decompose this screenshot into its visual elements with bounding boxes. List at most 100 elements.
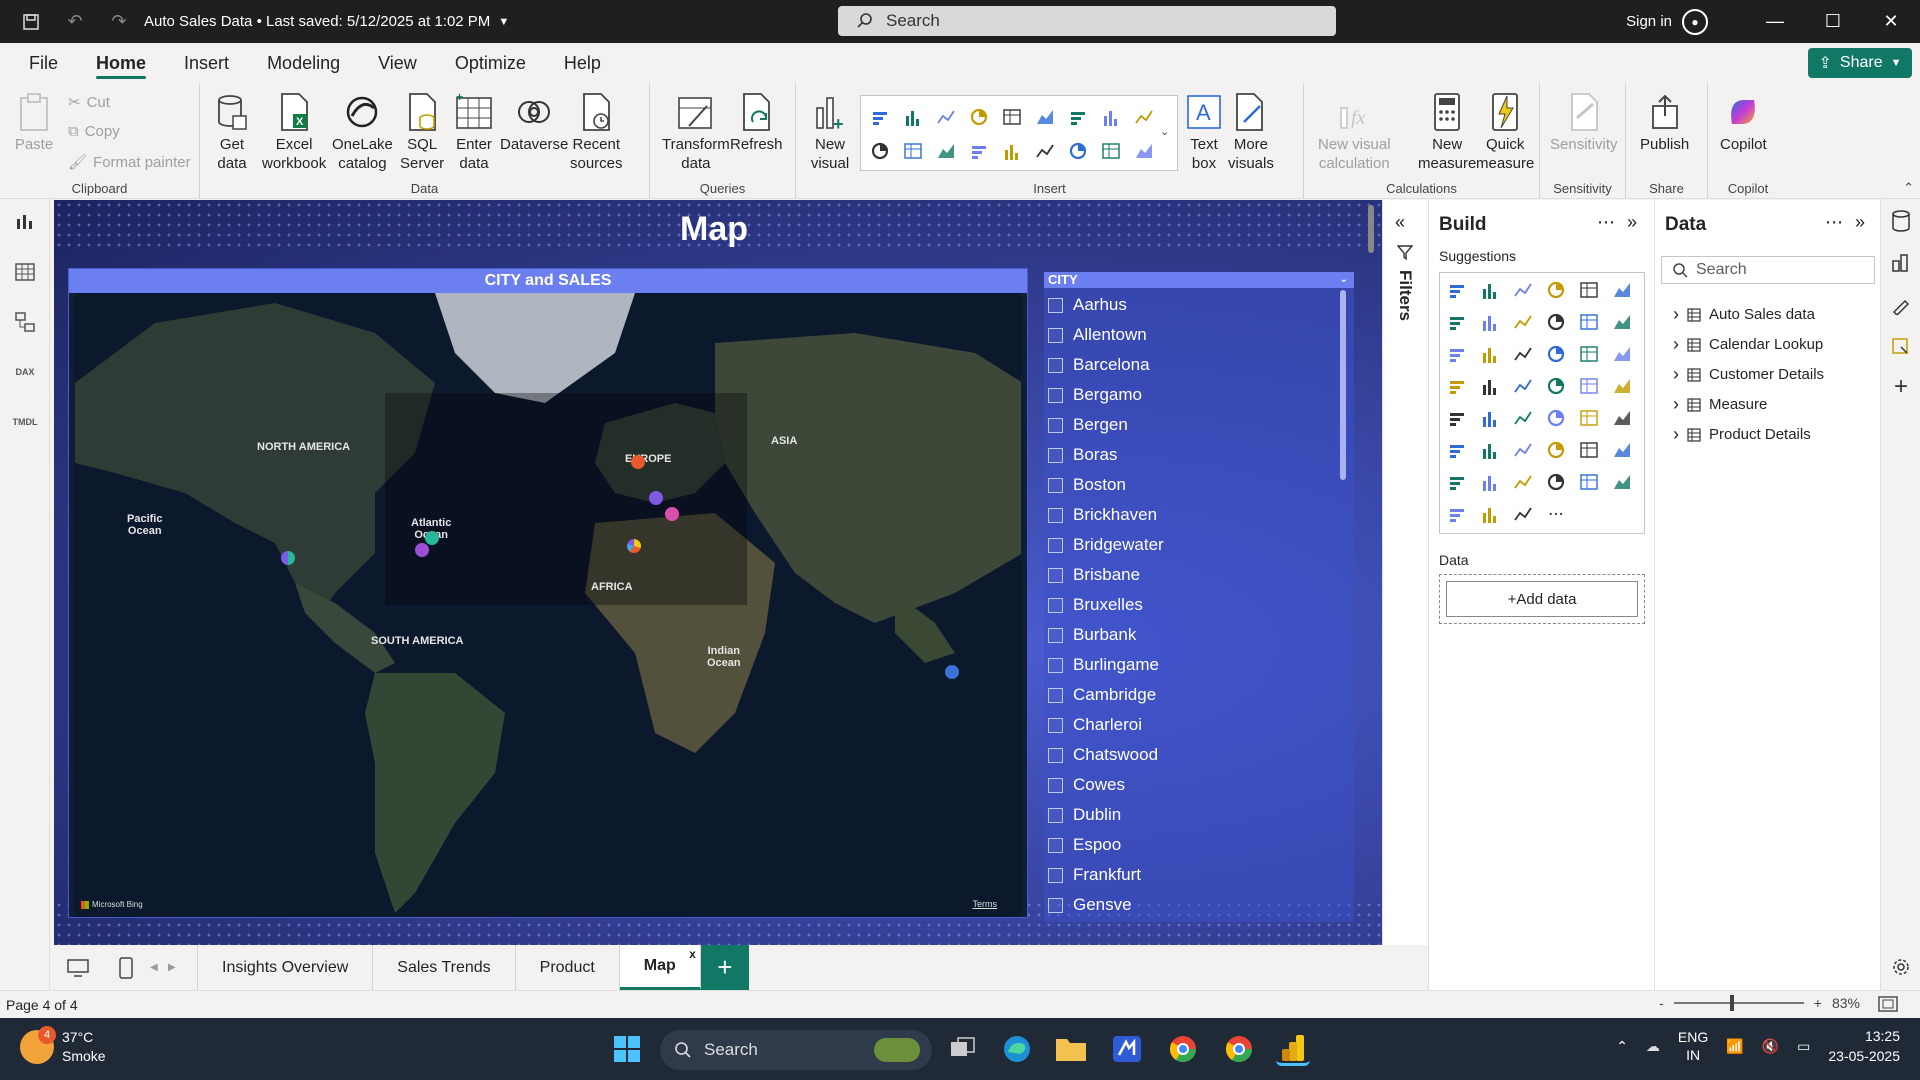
zoom-in-icon[interactable]: +	[1814, 995, 1822, 1011]
zoom-out-icon[interactable]: -	[1659, 995, 1664, 1011]
add-pane-icon[interactable]: +	[1889, 373, 1913, 400]
maximize-icon[interactable]: ☐	[1804, 0, 1862, 43]
wifi-icon[interactable]: 📶	[1726, 1038, 1743, 1055]
chrome-icon[interactable]	[1166, 1032, 1200, 1066]
slicer-checkbox[interactable]	[1048, 687, 1063, 703]
slicer-scrollbar[interactable]	[1340, 290, 1346, 480]
visualization-icon[interactable]	[1477, 373, 1503, 399]
settings-icon[interactable]	[1889, 955, 1913, 979]
slicer-checkbox[interactable]	[1048, 537, 1063, 553]
menu-help[interactable]: Help	[545, 43, 620, 83]
table-view-icon[interactable]	[12, 259, 38, 285]
map-bubble[interactable]	[281, 551, 295, 565]
report-view-icon[interactable]	[12, 209, 38, 235]
visualization-icon[interactable]	[1543, 309, 1569, 335]
visualization-icon[interactable]	[1543, 277, 1569, 303]
slicer-checkbox[interactable]	[1048, 297, 1063, 313]
text-box-button[interactable]: A Text box	[1184, 91, 1224, 173]
dataverse-button[interactable]: Dataverse	[500, 91, 568, 154]
onelake-catalog-button[interactable]: OneLake catalog	[332, 91, 393, 173]
transform-data-button[interactable]: Transform data	[662, 91, 730, 173]
minimize-icon[interactable]: —	[1746, 0, 1804, 43]
recent-sources-button[interactable]: Recent sources	[570, 91, 623, 173]
slicer-item[interactable]: Boston	[1044, 470, 1334, 500]
copy-button[interactable]: ⧉ Copy	[68, 123, 120, 140]
save-icon[interactable]	[18, 9, 44, 35]
data-search-input[interactable]: Search	[1661, 256, 1875, 284]
new-measure-button[interactable]: New measure	[1418, 91, 1476, 173]
visualization-icon[interactable]	[1576, 277, 1602, 303]
page-tab-insights-overview[interactable]: Insights Overview	[198, 945, 374, 990]
sign-in-link[interactable]: Sign in	[1626, 13, 1672, 30]
visual-type-icon[interactable]	[1032, 138, 1058, 164]
slicer-item[interactable]: Barcelona	[1044, 350, 1334, 380]
visualization-icon[interactable]	[1609, 437, 1635, 463]
prev-page-icon[interactable]: ◀	[150, 945, 168, 990]
slicer-item[interactable]: Chatswood	[1044, 740, 1334, 770]
chevron-up-icon[interactable]: ⌃	[1616, 1038, 1628, 1055]
search-bar[interactable]: Search	[838, 6, 1336, 36]
next-page-icon[interactable]: ▶	[168, 945, 198, 990]
map-bubble[interactable]	[425, 531, 439, 545]
slicer-item[interactable]: Espoo	[1044, 830, 1334, 860]
power-bi-icon[interactable]	[1276, 1032, 1310, 1066]
map-terms-link[interactable]: Terms	[973, 899, 998, 909]
sql-server-button[interactable]: SQL Server	[400, 91, 444, 173]
slicer-item[interactable]: Gensve	[1044, 890, 1334, 920]
sensitivity-button[interactable]: Sensitivity	[1550, 91, 1618, 154]
visual-type-icon[interactable]	[867, 104, 893, 130]
publish-button[interactable]: Publish	[1640, 91, 1689, 154]
chevron-right-icon[interactable]: ›	[1673, 304, 1679, 325]
avatar-icon[interactable]: ●	[1682, 8, 1708, 35]
map-area[interactable]: NORTH AMERICA EUROPE ASIA Pacific Ocean …	[75, 293, 1021, 917]
gallery-expand-icon[interactable]: ⌄	[1160, 125, 1169, 138]
slicer-item[interactable]: Brisbane	[1044, 560, 1334, 590]
page-tab-product[interactable]: Product	[516, 945, 620, 990]
map-visual[interactable]: CITY and SALES NORTH AMERICA EUROPE ASIA…	[68, 268, 1028, 918]
quick-measure-button[interactable]: Quick measure	[1476, 91, 1534, 173]
visualization-icon[interactable]	[1609, 405, 1635, 431]
zoom-thumb[interactable]	[1729, 995, 1734, 1011]
visualization-icon[interactable]	[1477, 309, 1503, 335]
bookmark-pane-icon[interactable]	[1889, 335, 1913, 359]
visualization-icon[interactable]	[1609, 277, 1635, 303]
chevron-right-icon[interactable]: ›	[1673, 424, 1679, 445]
slicer-item[interactable]: Allentown	[1044, 320, 1334, 350]
desktop-layout-icon[interactable]	[54, 945, 102, 990]
visualization-icon[interactable]	[1576, 341, 1602, 367]
slicer-item[interactable]: Bergamo	[1044, 380, 1334, 410]
chevron-down-icon[interactable]: ⌄	[1340, 272, 1348, 288]
undo-icon[interactable]: ↶	[62, 9, 88, 35]
format-pane-icon[interactable]	[1889, 293, 1913, 317]
vs-icon[interactable]	[1110, 1032, 1144, 1066]
slicer-checkbox[interactable]	[1048, 567, 1063, 583]
new-visual-button[interactable]: + New visual	[810, 91, 850, 173]
visualization-icon[interactable]	[1609, 341, 1635, 367]
data-table-item[interactable]: › Product Details	[1673, 424, 1811, 445]
data-pane-icon[interactable]	[1889, 209, 1913, 233]
battery-icon[interactable]: ▭	[1797, 1038, 1810, 1055]
collapse-ribbon-icon[interactable]: ⌃	[1903, 180, 1914, 196]
data-table-item[interactable]: › Auto Sales data	[1673, 304, 1815, 325]
menu-modeling[interactable]: Modeling	[248, 43, 359, 83]
visualization-icon[interactable]	[1510, 437, 1536, 463]
collapse-pane-icon[interactable]: »	[1855, 212, 1865, 233]
slicer-checkbox[interactable]	[1048, 657, 1063, 673]
file-title[interactable]: Auto Sales Data • Last saved: 5/12/2025 …	[144, 13, 509, 30]
visualization-icon[interactable]	[1477, 277, 1503, 303]
slicer-checkbox[interactable]	[1048, 627, 1063, 643]
visualization-icon[interactable]	[1510, 469, 1536, 495]
visualization-icon[interactable]	[1444, 277, 1470, 303]
visualization-icon[interactable]	[1576, 405, 1602, 431]
filters-pane-collapsed[interactable]: « Filters	[1382, 200, 1428, 945]
taskbar-search[interactable]: Search	[660, 1030, 932, 1070]
slicer-item[interactable]: Frankfurt	[1044, 860, 1334, 890]
slicer-checkbox[interactable]	[1048, 477, 1063, 493]
visual-type-icon[interactable]	[1065, 138, 1091, 164]
slicer-checkbox[interactable]	[1048, 747, 1063, 763]
visualization-icon[interactable]	[1510, 309, 1536, 335]
slicer-item[interactable]: Boras	[1044, 440, 1334, 470]
slicer-checkbox[interactable]	[1048, 447, 1063, 463]
slicer-item[interactable]: Bridgewater	[1044, 530, 1334, 560]
visualization-icon[interactable]	[1444, 501, 1470, 527]
